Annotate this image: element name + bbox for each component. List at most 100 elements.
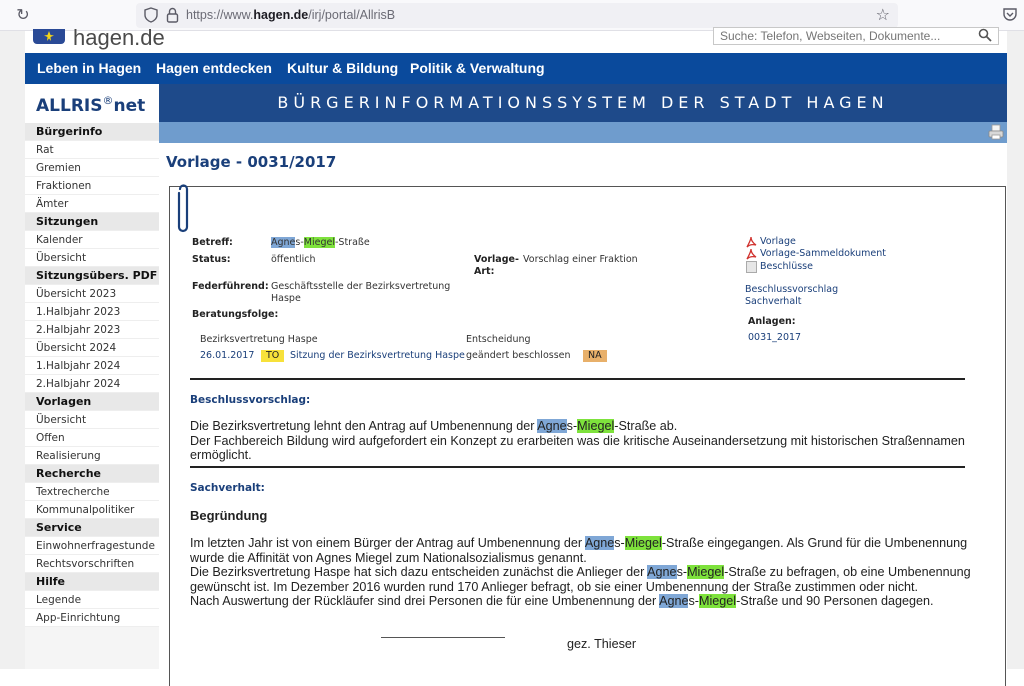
sidebar-item-fraktionen[interactable]: Fraktionen	[25, 177, 159, 195]
highlight-term: Agne	[659, 594, 689, 608]
federfuehrend-value: Geschäftsstelle der Bezirksvertretung Has…	[271, 281, 450, 305]
reload-icon[interactable]: ↻	[14, 6, 32, 24]
text-span: -Straße ab.	[614, 419, 678, 433]
gremium-name: Bezirksvertretung Haspe	[200, 334, 318, 345]
site-container: hagen.de Leben in Hagen Hagen entdecken …	[25, 25, 1007, 686]
sidebar-item-legende[interactable]: Legende	[25, 591, 159, 609]
sidebar-item-app-einrichtung[interactable]: App-Einrichtung	[25, 609, 159, 627]
na-badge[interactable]: NA	[583, 350, 607, 362]
federfuehrend-line2: Haspe	[271, 293, 301, 304]
shield-icon[interactable]	[144, 7, 158, 23]
search-input[interactable]	[720, 29, 970, 43]
sidebar-item-textrecherche[interactable]: Textrecherche	[25, 483, 159, 501]
allris-logo-text: ALLRIS®net	[36, 94, 145, 116]
main-navigation: Leben in Hagen Hagen entdecken Kultur & …	[25, 53, 1007, 84]
sidebar-heading-sitzungsuebers-pdf: Sitzungsübers. PDF	[25, 267, 159, 285]
text-span: Im letzten Jahr ist von einem Bürger der…	[190, 536, 585, 550]
anchor-sachverhalt-link[interactable]: Sachverhalt	[745, 296, 802, 308]
vorlage-art-value: Vorschlag einer Fraktion	[523, 254, 638, 265]
paperclip-icon	[177, 184, 189, 233]
url-bar[interactable]: https://www.hagen.de/irj/portal/AllrisB …	[136, 3, 898, 28]
url-text[interactable]: https://www.hagen.de/irj/portal/AllrisB	[186, 8, 395, 22]
sachverhalt-line: wurde die Affinität von Agnes Miegel zum…	[190, 550, 587, 565]
text-span: s-	[614, 536, 625, 550]
beratung-date-link[interactable]: 26.01.2017	[200, 350, 254, 362]
text-span: Die Bezirksvertretung Haspe hat sich daz…	[190, 565, 648, 579]
allris-logo[interactable]: ALLRIS®net	[25, 84, 159, 123]
text-span: -Straße zu befragen, ob eine Umbenennung	[724, 565, 971, 579]
download-beschluesse-link[interactable]: Beschlüsse	[760, 261, 813, 273]
sidebar-item-2-halbjahr-2024[interactable]: 2.Halbjahr 2024	[25, 375, 159, 393]
sitzung-link[interactable]: Sitzung der Bezirksvertretung Haspe	[290, 350, 465, 362]
bookmark-star-icon[interactable]: ☆	[876, 6, 890, 24]
sachverhalt-line: Nach Auswertung der Rückläufer sind drei…	[190, 594, 971, 609]
page-background: hagen.de Leben in Hagen Hagen entdecken …	[0, 25, 1024, 686]
toolbar-strip	[159, 122, 1007, 143]
sachverhalt-line: gewünscht ist. Im Dezember 2016 wurden r…	[190, 579, 919, 594]
sidebar-heading-vorlagen: Vorlagen	[25, 393, 159, 411]
highlight-term: Agne	[271, 237, 296, 248]
sidebar-heading-recherche: Recherche	[25, 465, 159, 483]
sidebar-item-kalender[interactable]: Kalender	[25, 231, 159, 249]
federfuehrend-label: Federführend:	[192, 281, 269, 292]
nav-hagen-entdecken[interactable]: Hagen entdecken	[156, 53, 272, 84]
status-label: Status:	[192, 254, 231, 265]
lock-icon[interactable]	[166, 7, 179, 23]
registered-mark: ®	[102, 94, 114, 107]
anlage-link[interactable]: 0031_2017	[748, 332, 801, 344]
sidebar-item-rat[interactable]: Rat	[25, 141, 159, 159]
highlight-term: Agne	[537, 419, 567, 433]
federfuehrend-line1: Geschäftsstelle der Bezirksvertretung	[271, 281, 451, 292]
sidebar-item-aemter[interactable]: Ämter	[25, 195, 159, 213]
betreff-value: Agnes-Miegel-Straße	[271, 237, 370, 249]
pocket-icon[interactable]	[1002, 7, 1018, 22]
highlight-term: Miegel	[624, 536, 662, 550]
betreff-suffix: -Straße	[335, 237, 370, 248]
beschlussvorschlag-heading: Beschlussvorschlag:	[190, 394, 311, 406]
vorlage-art-label-line2: Art:	[474, 266, 495, 277]
highlight-term: Miegel	[303, 237, 335, 248]
sidebar-item-kommunalpolitiker[interactable]: Kommunalpolitiker	[25, 501, 159, 519]
betreff-s: s-	[295, 237, 304, 248]
vorlage-art-label-line1: Vorlage-	[474, 254, 519, 265]
signature: gez. Thieser	[567, 637, 637, 651]
sidebar-item-rechtsvorschriften[interactable]: Rechtsvorschriften	[25, 555, 159, 573]
sidebar-item-sitzungen-uebersicht[interactable]: Übersicht	[25, 249, 159, 267]
sidebar-item-gremien[interactable]: Gremien	[25, 159, 159, 177]
url-domain: hagen.de	[253, 8, 309, 22]
sidebar-item-1-halbjahr-2023[interactable]: 1.Halbjahr 2023	[25, 303, 159, 321]
print-icon[interactable]	[988, 124, 1004, 140]
sidebar-heading-buergerinfo: Bürgerinfo	[25, 123, 159, 141]
city-crest-icon	[33, 29, 65, 44]
nav-politik-verwaltung[interactable]: Politik & Verwaltung	[410, 53, 545, 84]
sidebar-item-realisierung[interactable]: Realisierung	[25, 447, 159, 465]
sidebar-item-vorlagen-uebersicht[interactable]: Übersicht	[25, 411, 159, 429]
search-icon[interactable]	[978, 28, 992, 42]
beschluss-line: Die Bezirksvertretung lehnt den Antrag a…	[190, 419, 965, 434]
beschluss-line: ermöglicht.	[190, 448, 252, 462]
sidebar-item-einwohnerfragestunde[interactable]: Einwohnerfragestunde	[25, 537, 159, 555]
text-span: s-	[676, 565, 688, 579]
banner-title: BÜRGERINFORMATIONSSYSTEM DER STADT HAGEN	[277, 93, 889, 112]
highlight-term: Miegel	[687, 565, 725, 579]
text-span: s-	[566, 419, 578, 433]
to-badge[interactable]: TO	[261, 350, 285, 362]
nav-leben-in-hagen[interactable]: Leben in Hagen	[37, 53, 141, 84]
download-vorlage-link[interactable]: Vorlage	[760, 236, 796, 248]
pdf-icon	[746, 248, 757, 260]
sachverhalt-line: Die Bezirksvertretung Haspe hat sich daz…	[190, 565, 971, 580]
allris-sidebar: ALLRIS®net Bürgerinfo Rat Gremien Frakti…	[25, 84, 159, 669]
sidebar-item-offen[interactable]: Offen	[25, 429, 159, 447]
anlagen-label: Anlagen:	[748, 316, 796, 327]
document-icon	[746, 261, 757, 273]
section-divider	[190, 466, 965, 468]
anchor-beschlussvorschlag-link[interactable]: Beschlussvorschlag	[745, 284, 838, 296]
page-title: Vorlage - 0031/2017	[166, 153, 337, 171]
download-sammeldokument-link[interactable]: Vorlage-Sammeldokument	[760, 248, 886, 260]
sidebar-item-2-halbjahr-2023[interactable]: 2.Halbjahr 2023	[25, 321, 159, 339]
sidebar-item-1-halbjahr-2024[interactable]: 1.Halbjahr 2024	[25, 357, 159, 375]
text-span: -Straße eingegangen. Als Grund für die U…	[661, 536, 968, 550]
sidebar-item-uebersicht-2023[interactable]: Übersicht 2023	[25, 285, 159, 303]
sidebar-item-uebersicht-2024[interactable]: Übersicht 2024	[25, 339, 159, 357]
nav-kultur-bildung[interactable]: Kultur & Bildung	[287, 53, 398, 84]
